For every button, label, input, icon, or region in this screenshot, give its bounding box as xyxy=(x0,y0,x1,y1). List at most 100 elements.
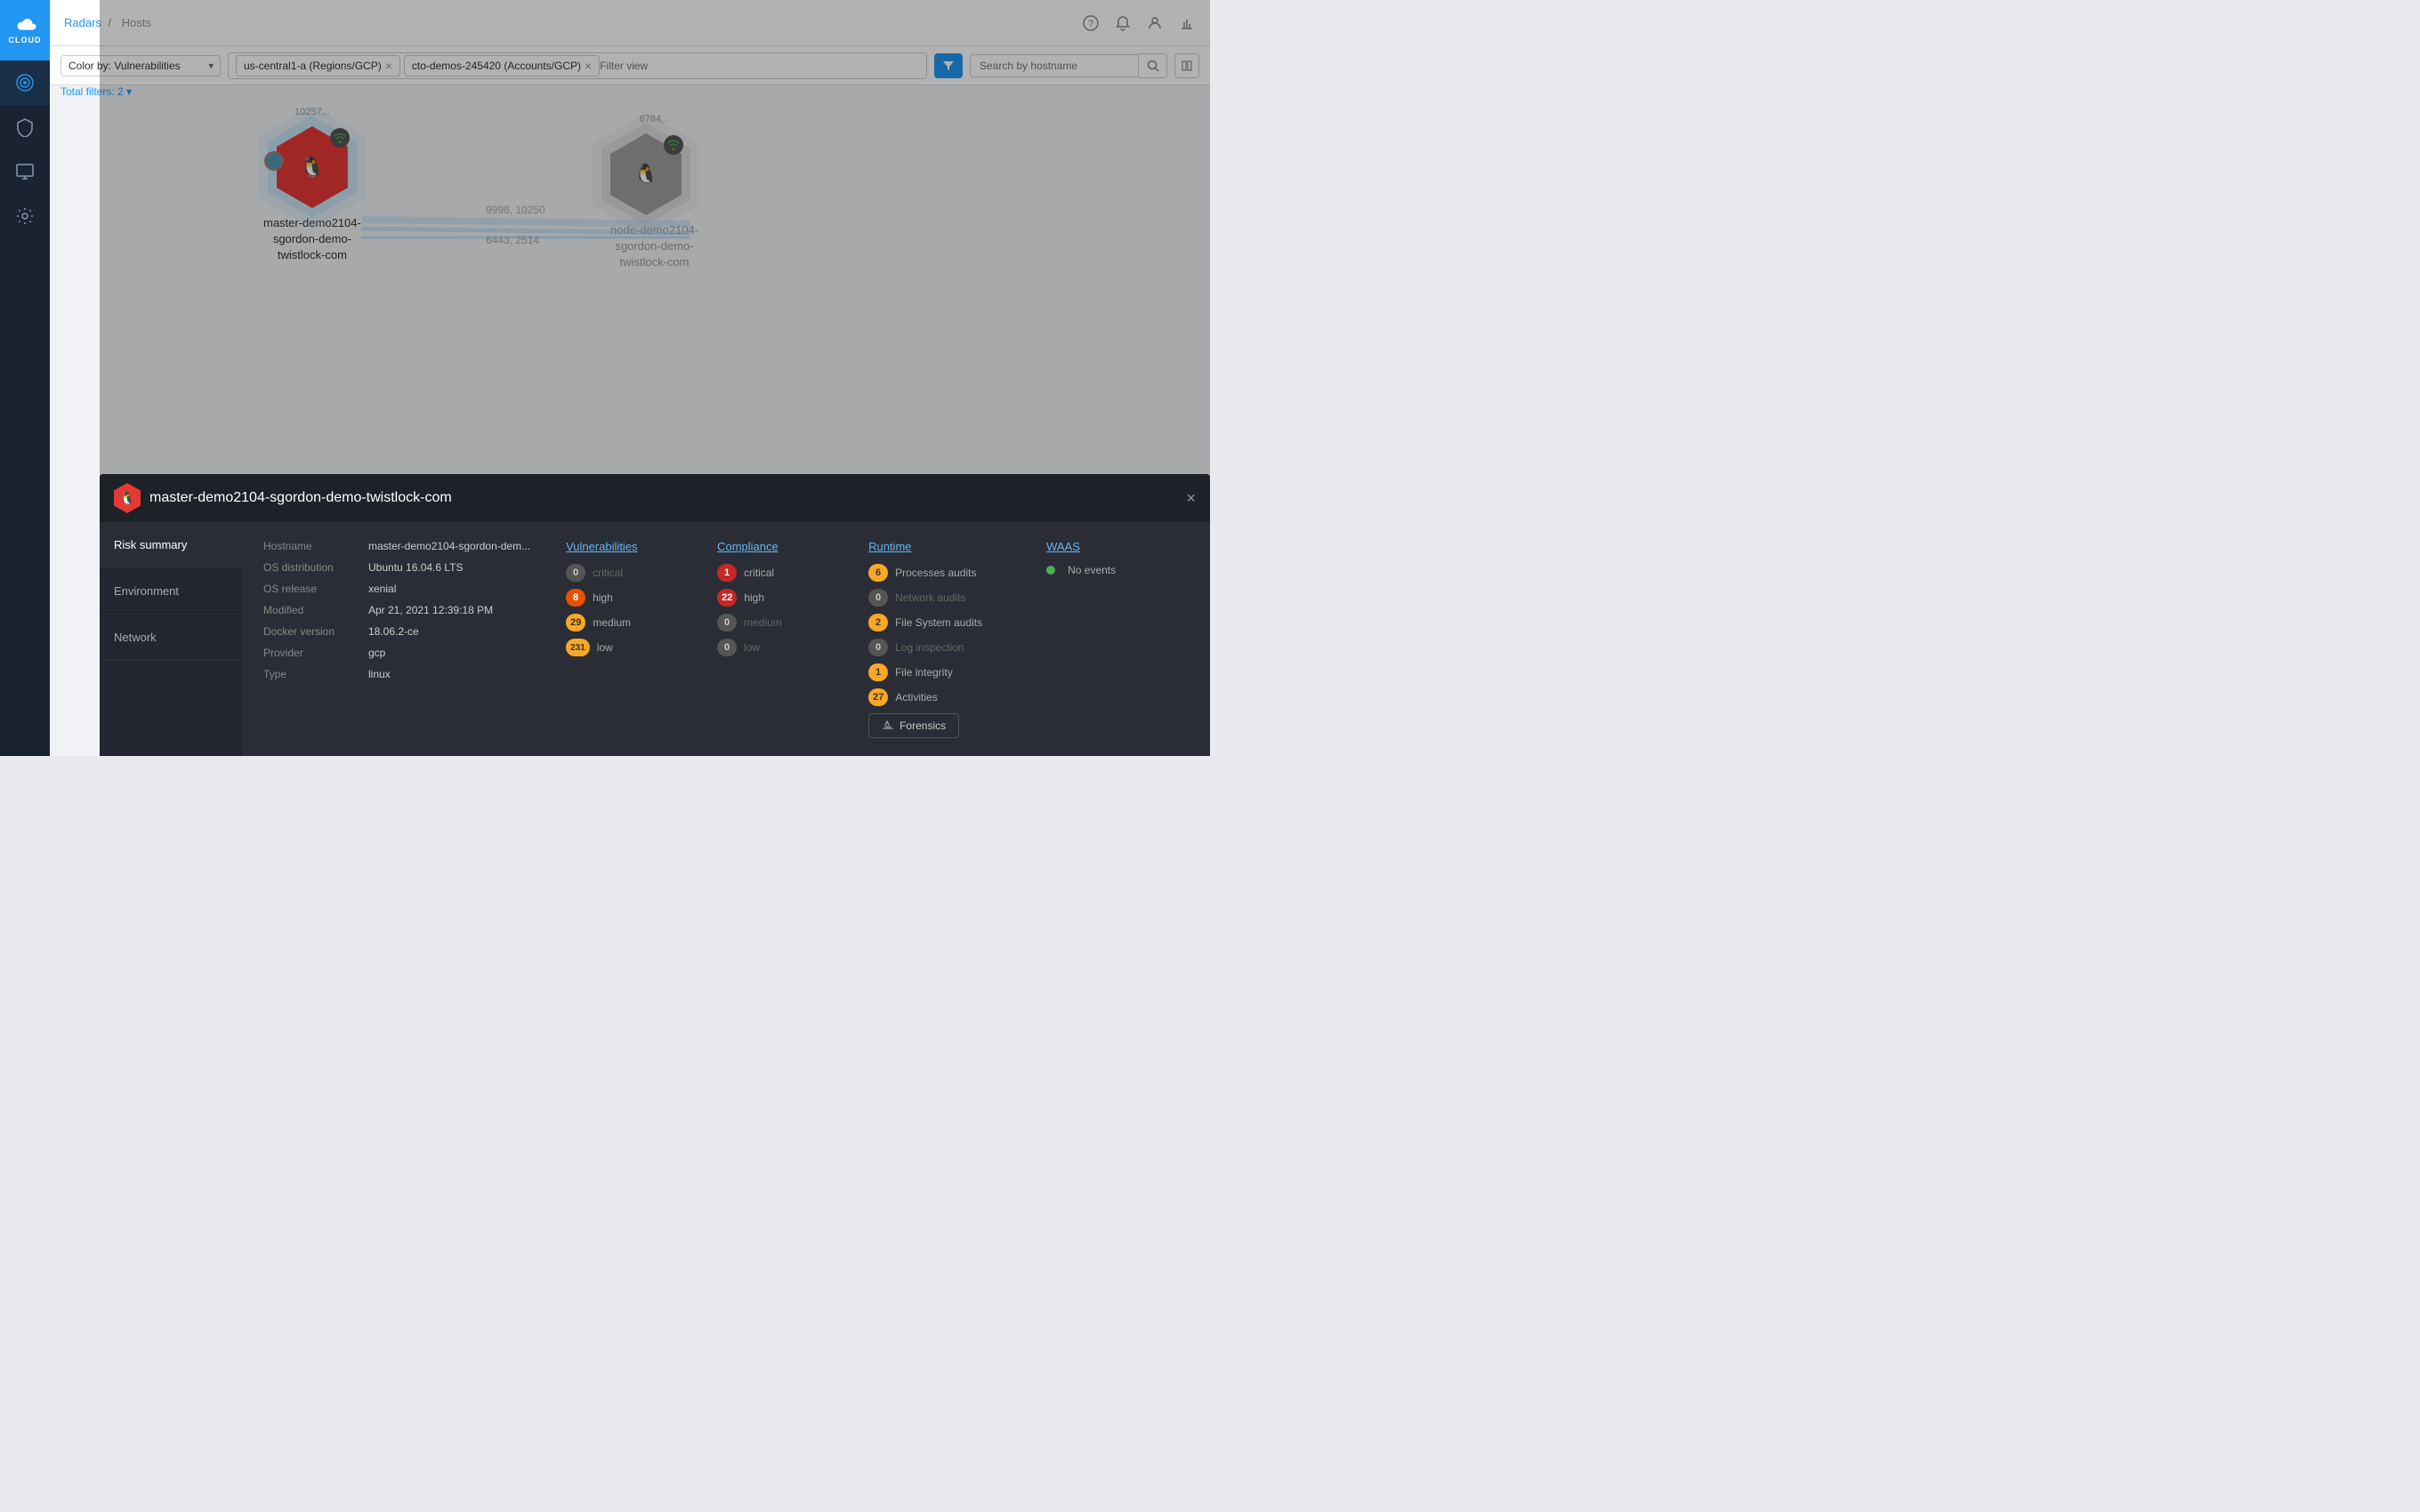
sidebar-nav-environment[interactable]: Environment xyxy=(100,568,242,615)
runtime-processes-label: Processes audits xyxy=(895,567,976,579)
comp-high-badge: 22 xyxy=(717,589,737,607)
info-table: Hostname master-demo2104-sgordon-dem... … xyxy=(263,540,530,738)
info-label-modified: Modified xyxy=(263,604,361,616)
vuln-low-label: low xyxy=(597,641,613,654)
info-row-provider: Provider gcp xyxy=(263,647,530,659)
comp-medium-badge: 0 xyxy=(717,614,737,631)
sidebar-logo[interactable]: CLOUD xyxy=(0,0,50,60)
runtime-fileintegrity-row: 1 File integrity xyxy=(868,664,1011,681)
detail-panel-overlay: 🐧 master-demo2104-sgordon-demo-twistlock… xyxy=(100,0,1210,756)
comp-critical-row: 1 critical xyxy=(717,564,833,582)
sidebar-item-radar[interactable] xyxy=(0,60,50,105)
runtime-filesystem-row: 2 File System audits xyxy=(868,614,1011,631)
info-value-hostname: master-demo2104-sgordon-dem... xyxy=(368,540,530,552)
waas-status-dot xyxy=(1046,566,1055,575)
vuln-medium-badge: 29 xyxy=(566,614,585,631)
runtime-filesystem-label: File System audits xyxy=(895,616,982,629)
detail-close-button[interactable]: × xyxy=(1186,490,1196,506)
sidebar-item-defend[interactable] xyxy=(0,105,50,149)
cloud-icon xyxy=(12,16,37,34)
info-row-modified: Modified Apr 21, 2021 12:39:18 PM xyxy=(263,604,530,616)
info-value-type: linux xyxy=(368,668,391,680)
vuln-high-badge: 8 xyxy=(566,589,585,607)
waas-header[interactable]: WAAS xyxy=(1046,540,1153,553)
info-value-os-release: xenial xyxy=(368,583,396,595)
comp-medium-row: 0 medium xyxy=(717,614,833,631)
runtime-loginspect-label: Log inspection xyxy=(895,641,964,654)
comp-critical-label: critical xyxy=(744,567,774,579)
gear-icon xyxy=(15,206,35,226)
runtime-activities-row: 27 Activities xyxy=(868,688,1011,706)
runtime-network-row: 0 Network audits xyxy=(868,589,1011,607)
detail-panel: 🐧 master-demo2104-sgordon-demo-twistlock… xyxy=(100,474,1210,756)
comp-medium-label: medium xyxy=(744,616,782,629)
waas-status-row: No events xyxy=(1046,564,1153,576)
sidebar-nav-environment-label: Environment xyxy=(114,584,179,598)
vulnerabilities-section: Vulnerabilities 0 critical 8 high 29 med… xyxy=(566,540,682,738)
runtime-fileintegrity-label: File integrity xyxy=(895,666,953,679)
sidebar: CLOUD xyxy=(0,0,50,756)
runtime-activities-label: Activities xyxy=(895,691,937,704)
info-label-type: Type xyxy=(263,668,361,680)
comp-critical-badge: 1 xyxy=(717,564,737,582)
info-row-type: Type linux xyxy=(263,668,530,680)
runtime-section: Runtime 6 Processes audits 0 Network aud… xyxy=(868,540,1011,738)
detail-panel-body: Risk summary Environment Network Hostnam… xyxy=(100,522,1210,756)
runtime-filesystem-badge: 2 xyxy=(868,614,888,631)
runtime-processes-badge: 6 xyxy=(868,564,888,582)
sidebar-nav-network-label: Network xyxy=(114,631,157,644)
vuln-low-badge: 231 xyxy=(566,639,590,656)
sidebar-nav-risk[interactable]: Risk summary xyxy=(100,522,242,568)
forensics-button-label: Forensics xyxy=(899,720,946,732)
info-label-os-dist: OS distribution xyxy=(263,561,361,574)
runtime-loginspect-badge: 0 xyxy=(868,639,888,656)
info-label-os-release: OS release xyxy=(263,583,361,595)
runtime-activities-badge: 27 xyxy=(868,688,888,706)
detail-panel-sidebar: Risk summary Environment Network xyxy=(100,522,242,756)
vuln-critical-row: 0 critical xyxy=(566,564,682,582)
detail-panel-content: Hostname master-demo2104-sgordon-dem... … xyxy=(242,522,1210,756)
info-label-provider: Provider xyxy=(263,647,361,659)
compliance-header[interactable]: Compliance xyxy=(717,540,833,553)
vuln-critical-label: critical xyxy=(593,567,623,579)
breadcrumb-radars[interactable]: Radars xyxy=(64,16,101,29)
sidebar-logo-text: CLOUD xyxy=(9,36,42,44)
info-value-docker: 18.06.2-ce xyxy=(368,625,419,638)
vuln-high-row: 8 high xyxy=(566,589,682,607)
runtime-fileintegrity-badge: 1 xyxy=(868,664,888,681)
runtime-header[interactable]: Runtime xyxy=(868,540,1011,553)
vulnerabilities-header[interactable]: Vulnerabilities xyxy=(566,540,682,553)
waas-section: WAAS No events xyxy=(1046,540,1153,738)
vuln-medium-row: 29 medium xyxy=(566,614,682,631)
sidebar-nav-risk-label: Risk summary xyxy=(114,538,187,551)
main-content: Radars / Hosts ? Color by: Vulnerabiliti… xyxy=(50,0,1210,756)
vuln-low-row: 231 low xyxy=(566,639,682,656)
info-label-docker: Docker version xyxy=(263,625,361,638)
runtime-network-badge: 0 xyxy=(868,589,888,607)
vuln-medium-label: medium xyxy=(593,616,631,629)
shield-icon xyxy=(15,117,35,137)
sidebar-item-settings[interactable] xyxy=(0,194,50,238)
runtime-network-label: Network audits xyxy=(895,591,965,604)
info-row-docker: Docker version 18.06.2-ce xyxy=(263,625,530,638)
vuln-critical-badge: 0 xyxy=(566,564,585,582)
comp-low-badge: 0 xyxy=(717,639,737,656)
info-value-os-dist: Ubuntu 16.04.6 LTS xyxy=(368,561,464,574)
forensics-icon xyxy=(882,720,894,732)
comp-high-label: high xyxy=(744,591,764,604)
comp-high-row: 22 high xyxy=(717,589,833,607)
vuln-high-label: high xyxy=(593,591,613,604)
detail-header-icon: 🐧 xyxy=(114,483,141,513)
info-row-os-release: OS release xenial xyxy=(263,583,530,595)
detail-panel-header: 🐧 master-demo2104-sgordon-demo-twistlock… xyxy=(100,474,1210,522)
info-value-modified: Apr 21, 2021 12:39:18 PM xyxy=(368,604,493,616)
sidebar-item-monitor[interactable] xyxy=(0,149,50,194)
runtime-loginspect-row: 0 Log inspection xyxy=(868,639,1011,656)
comp-low-label: low xyxy=(744,641,760,654)
detail-header-title: master-demo2104-sgordon-demo-twistlock-c… xyxy=(149,490,452,506)
forensics-button[interactable]: Forensics xyxy=(868,713,959,738)
sidebar-nav-network[interactable]: Network xyxy=(100,615,242,661)
radar-icon xyxy=(15,73,35,92)
info-label-hostname: Hostname xyxy=(263,540,361,552)
info-row-os-dist: OS distribution Ubuntu 16.04.6 LTS xyxy=(263,561,530,574)
